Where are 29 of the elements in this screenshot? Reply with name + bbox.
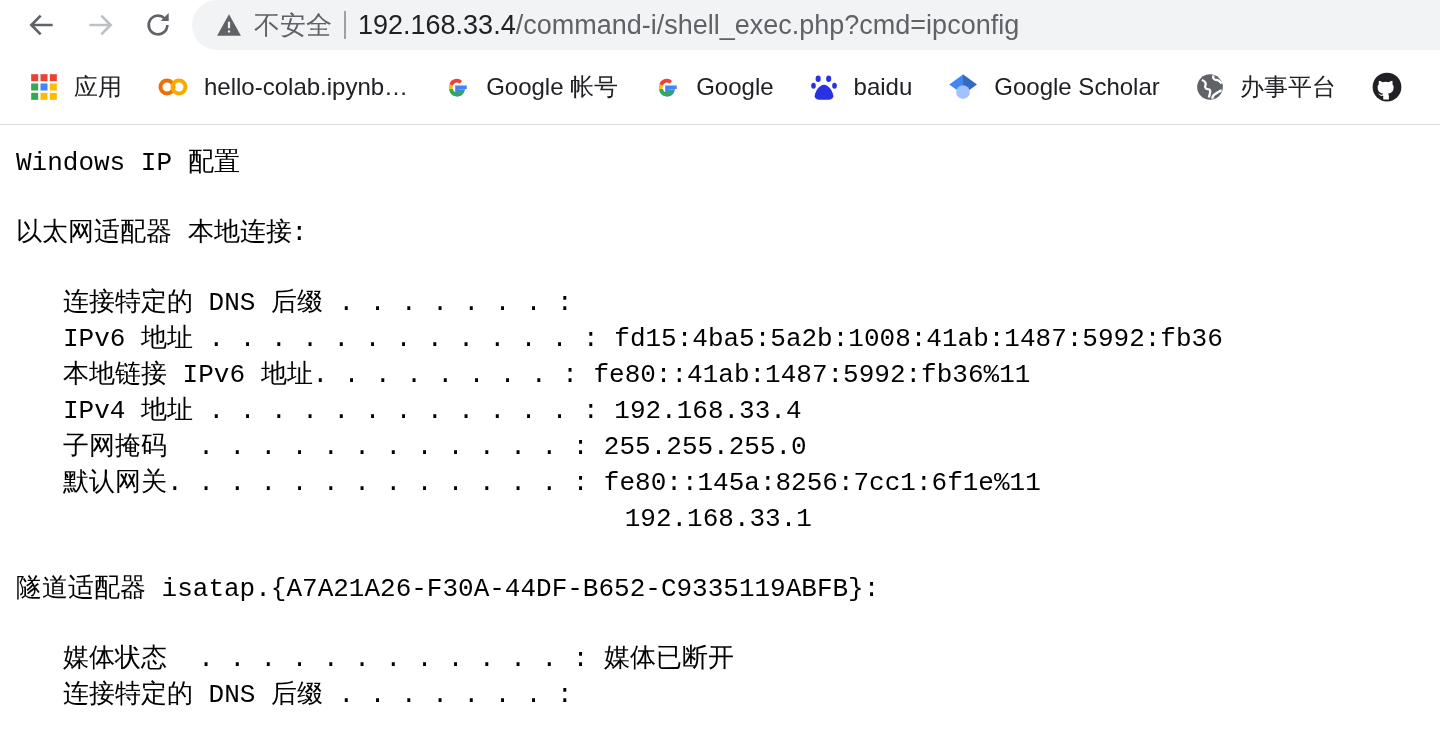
output-line: Windows IP 配置 [16,147,240,180]
bookmark[interactable]: Google Scholar [948,69,1160,105]
colab-icon [158,77,188,97]
output-line: 192.168.33.1 [623,503,812,536]
output-line: 默认网关. . . . . . . . . . . . . : fe80::145a:8256:7cc1:6f1e%11 [63,467,1041,500]
bookmark[interactable]: Google 帐号 [444,69,619,105]
output-line: 连接特定的 DNS 后缀 . . . . . . . : [63,679,573,712]
bookmark[interactable]: 办事平台 [1195,69,1336,105]
warning-icon[interactable] [216,13,242,37]
paw-icon [809,73,838,101]
output-line: 媒体状态 . . . . . . . . . . . . : 媒体已断开 [63,643,734,676]
globe-icon [1195,73,1224,101]
output-line: 子网掩码 . . . . . . . . . . . . : 255.255.255.0 [63,431,807,464]
github-cat-icon[interactable] [1371,72,1402,102]
output-line: 隧道适配器 isatap.{A7A21A26-F30A-44DF-B652-C9335119ABFB}: [16,573,880,606]
output-line: 以太网适配器 本地连接: [16,217,308,250]
url-text[interactable]: 192.168.33.4/command-i/shell_exec.php?cmd=ipconfig [358,4,1020,46]
address-bar[interactable]: 不安全 192.168.33.4/command-i/shell_exec.php?cmd=ipconfig [192,0,1440,50]
apps-grid-icon [30,73,58,101]
security-label: 不安全 [254,8,332,42]
bookmark[interactable]: hello-colab.ipynb… [158,69,409,105]
graduation-cap-icon [948,72,979,102]
bookmark[interactable]: 应用 [30,69,122,105]
bookmark[interactable]: baidu [809,69,913,105]
output-line: IPv4 地址 . . . . . . . . . . . . : 192.168.33.4 [63,395,802,428]
output-line: 连接特定的 DNS 后缀 . . . . . . . : [63,287,573,320]
output-line: IPv6 地址 . . . . . . . . . . . . : fd15:4ba5:5a2b:1008:41ab:1487:5992:fb36 [63,323,1223,356]
output-line: 本地链接 IPv6 地址. . . . . . . . : fe80::41ab:1487:5992:fb36%11 [63,359,1031,392]
bookmark[interactable]: Google [654,69,774,105]
